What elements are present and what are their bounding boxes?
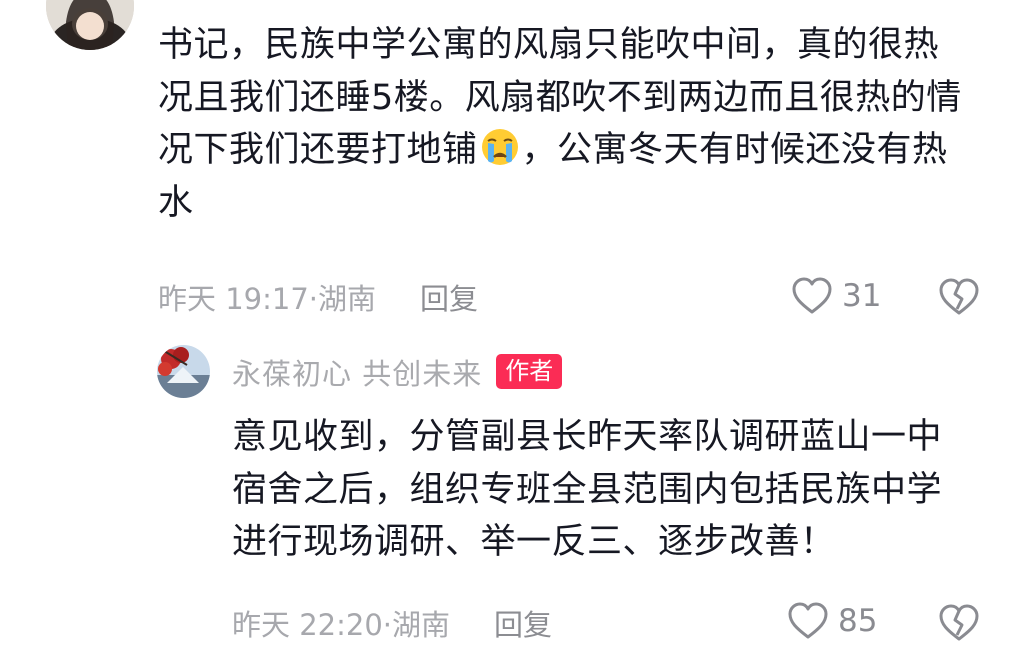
reply-avatar[interactable] bbox=[157, 345, 210, 398]
author-badge: 作者 bbox=[496, 354, 563, 389]
dislike-button[interactable] bbox=[937, 277, 981, 317]
reply-time-location: 昨天 22:20·湖南 bbox=[232, 608, 451, 642]
comment-thread: 书记，民族中学公寓的风扇只能吹中间，真的很热 况且我们还睡5楼。风扇都吹不到两边… bbox=[0, 0, 1024, 647]
like-count: 31 bbox=[842, 278, 882, 314]
broken-heart-icon bbox=[939, 278, 979, 315]
like-button[interactable]: 31 bbox=[790, 276, 881, 316]
comment-text: 书记，民族中学公寓的风扇只能吹中间，真的很热 况且我们还睡5楼。风扇都吹不到两边… bbox=[158, 19, 978, 229]
comment-time-location: 昨天 19:17·湖南 bbox=[158, 282, 377, 316]
loudly-crying-face-icon bbox=[480, 127, 520, 167]
commenter-avatar[interactable] bbox=[46, 0, 134, 50]
reply-username[interactable]: 永葆初心 共创未来 bbox=[232, 351, 482, 393]
reply-dislike-button[interactable] bbox=[937, 603, 981, 643]
comment-meta: 昨天 19:17·湖南 回复 bbox=[158, 277, 478, 317]
reply-like-button[interactable]: 85 bbox=[786, 601, 877, 641]
reply-button[interactable]: 回复 bbox=[420, 276, 478, 318]
reply-like-count: 85 bbox=[838, 603, 878, 639]
reply-reply-button[interactable]: 回复 bbox=[494, 602, 552, 644]
reply-header: 永葆初心 共创未来 作者 bbox=[157, 345, 563, 398]
reply-text: 意见收到，分管副县长昨天率队调研蓝山一中宿舍之后，组织专班全县范围内包括民族中学… bbox=[232, 417, 943, 562]
broken-heart-icon bbox=[939, 604, 979, 641]
heart-outline-icon bbox=[788, 602, 828, 639]
reply-meta: 昨天 22:20·湖南 回复 bbox=[232, 603, 552, 643]
heart-outline-icon bbox=[792, 277, 832, 314]
